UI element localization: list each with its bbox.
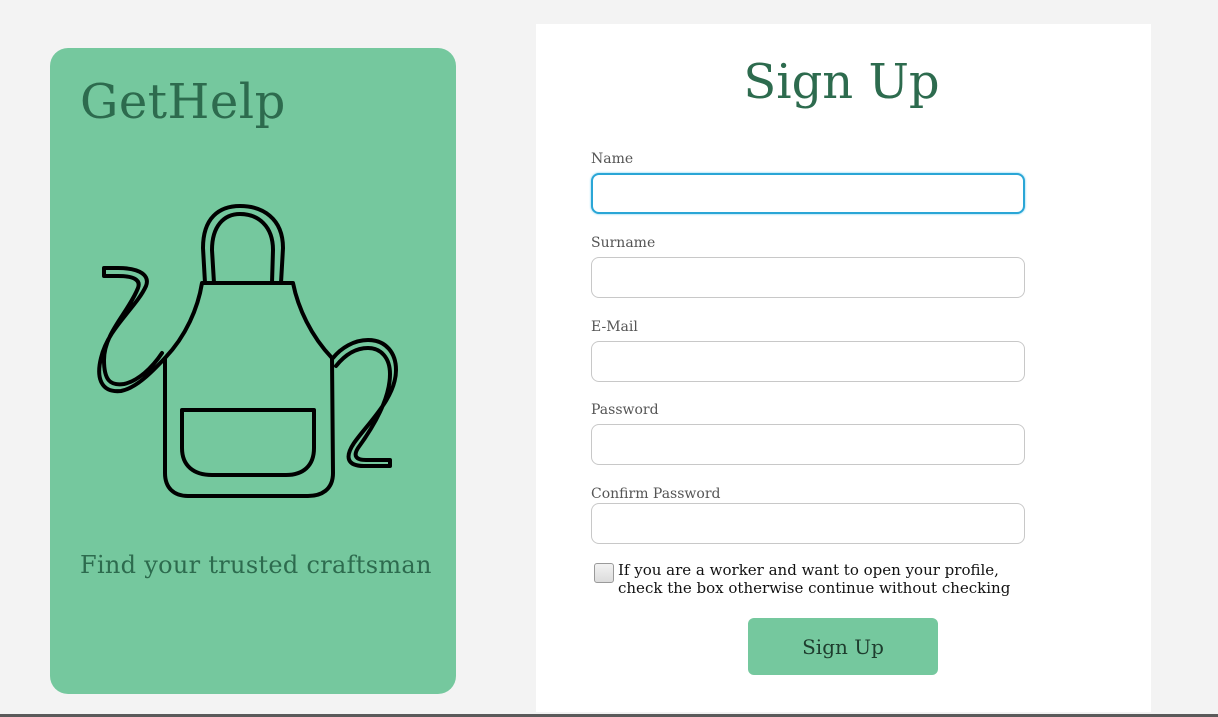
password-field-group: Password: [591, 402, 1025, 465]
worker-checkbox-label: If you are a worker and want to open you…: [618, 561, 1011, 597]
email-input[interactable]: [591, 341, 1025, 382]
email-field-group: E-Mail: [591, 319, 1025, 382]
form-title: Sign Up: [743, 54, 940, 110]
signup-page: GetHelp Find your trusted craftsman Sign…: [0, 0, 1218, 717]
name-field-group: Name: [591, 151, 1025, 214]
name-label: Name: [591, 151, 634, 167]
email-label: E-Mail: [591, 319, 638, 335]
brand-logo-title: GetHelp: [80, 74, 286, 130]
password-label: Password: [591, 402, 659, 418]
worker-checkbox[interactable]: [594, 563, 614, 583]
brand-card: GetHelp Find your trusted craftsman: [50, 48, 456, 694]
surname-label: Surname: [591, 235, 656, 251]
surname-field-group: Surname: [591, 235, 1025, 298]
confirm-password-input[interactable]: [591, 503, 1025, 544]
password-input[interactable]: [591, 424, 1025, 465]
confirm-password-field-group: Confirm Password: [591, 486, 1025, 544]
confirm-password-label: Confirm Password: [591, 486, 721, 502]
apron-icon: [97, 204, 398, 498]
sign-up-button[interactable]: Sign Up: [748, 618, 938, 675]
name-input[interactable]: [591, 173, 1025, 214]
signup-form-panel: Sign Up Name Surname E-Mail Password Con…: [536, 24, 1151, 712]
surname-input[interactable]: [591, 257, 1025, 298]
brand-tagline: Find your trusted craftsman: [80, 551, 432, 579]
